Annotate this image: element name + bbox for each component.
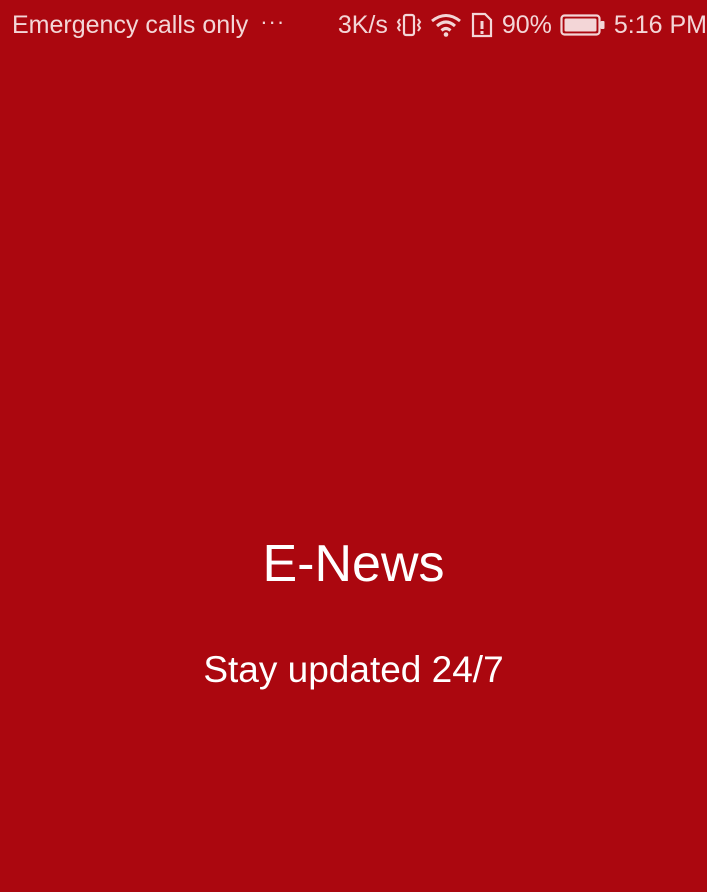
app-tagline: Stay updated 24/7 bbox=[203, 649, 504, 690]
overflow-indicator: ··· bbox=[260, 9, 286, 34]
wifi-icon bbox=[430, 13, 462, 37]
vibrate-icon bbox=[396, 13, 422, 37]
sim-alert-icon bbox=[470, 12, 494, 38]
status-right: 3K/s 90% 5:16 PM bbox=[330, 0, 707, 50]
carrier-text: Emergency calls only bbox=[12, 10, 249, 39]
battery-icon bbox=[560, 13, 606, 37]
clock: 5:16 PM bbox=[613, 10, 707, 39]
app-title: E-News bbox=[262, 535, 445, 593]
network-speed: 3K/s bbox=[337, 10, 388, 39]
battery-percent: 90% bbox=[501, 10, 552, 39]
status-left: Emergency calls only ··· bbox=[12, 9, 286, 40]
status-bar: Emergency calls only ··· 3K/s 90% 5:16 P… bbox=[0, 0, 707, 50]
